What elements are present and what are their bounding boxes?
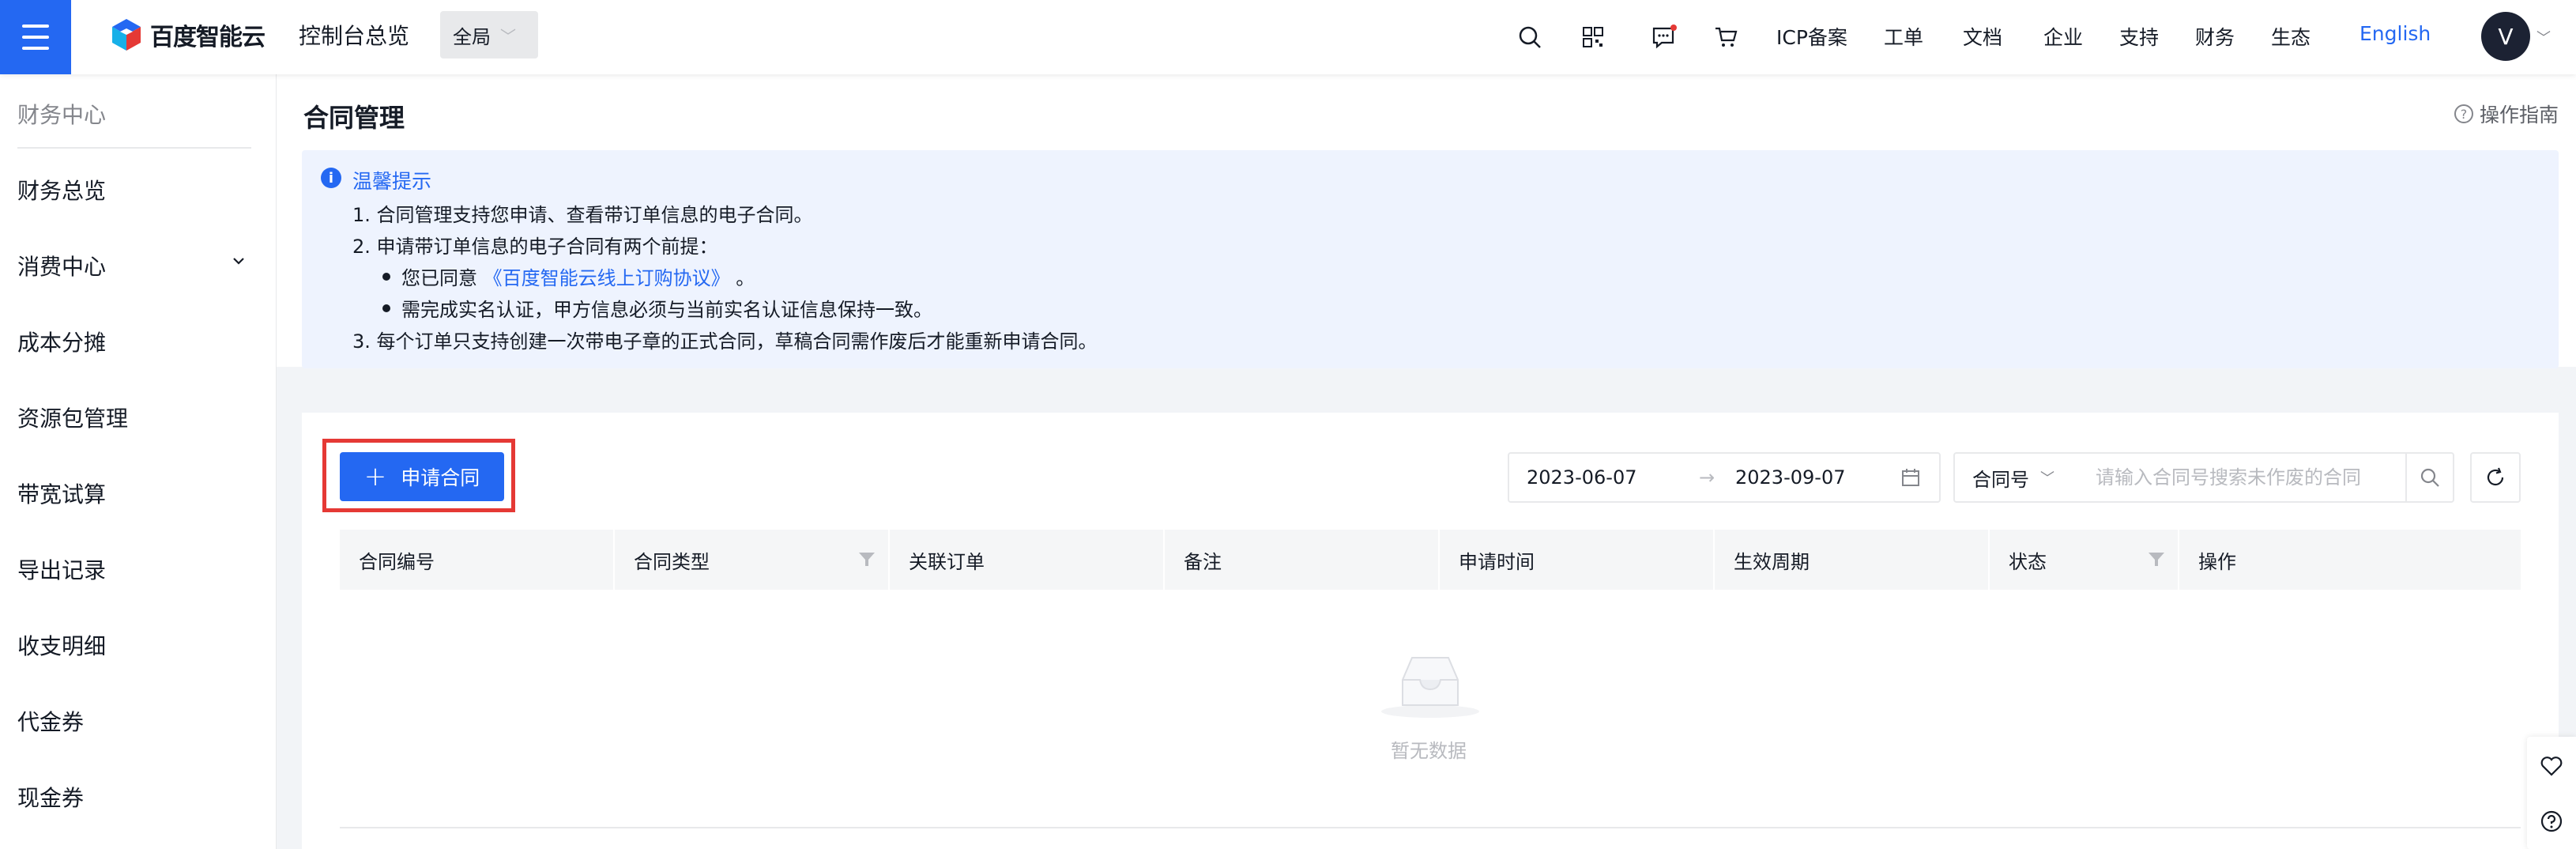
notice-bullet-2-text: 需完成实名认证，甲方信息必须与当前实名认证信息保持一致。	[401, 299, 932, 321]
chevron-down-icon: ﹀	[2040, 470, 2054, 487]
sidebar-item-consumption-center[interactable]: 消费中心	[17, 250, 106, 281]
avatar[interactable]: V	[2481, 12, 2530, 61]
column-header-status: 状态	[1990, 530, 2179, 590]
column-label: 申请时间	[1459, 550, 1535, 573]
column-header-validity-period: 生效周期	[1715, 530, 1990, 590]
notice-title: 温馨提示	[352, 170, 432, 193]
column-label: 合同类型	[634, 550, 710, 573]
search-field-value: 合同号	[1972, 468, 2029, 491]
scope-select[interactable]: 全局 ﹀	[440, 11, 538, 58]
column-header-contract-no: 合同编号	[340, 530, 615, 590]
apply-contract-label: 申请合同	[401, 466, 480, 489]
sidebar-item-resource-package[interactable]: 资源包管理	[17, 402, 128, 433]
empty-state-text: 暂无数据	[1391, 740, 1467, 762]
sidebar: 财务中心 财务总览 消费中心 成本分摊 资源包管理 带宽试算 导出记录 收支明细…	[0, 74, 277, 849]
top-navbar: 百度智能云 控制台总览 全局 ﹀ ICP备案 工单 文档 企业 支持 财务 生态…	[0, 0, 2576, 74]
sidebar-item-finance-overview[interactable]: 财务总览	[17, 174, 106, 206]
notice-line-1: 1. 合同管理支持您申请、查看带订单信息的电子合同。	[352, 204, 813, 226]
table-bottom-border	[340, 827, 2521, 828]
page-title: 合同管理	[303, 103, 405, 133]
sidebar-item-export-records[interactable]: 导出记录	[17, 553, 106, 585]
purchase-agreement-link[interactable]: 《百度智能云线上订购协议》	[484, 267, 730, 289]
notice-bullet-2: 需完成实名认证，甲方信息必须与当前实名认证信息保持一致。	[382, 294, 932, 322]
table-header: 合同编号 合同类型 关联订单 备注 申请时间 生效周期 状态 操作	[340, 530, 2521, 590]
nav-link-icp[interactable]: ICP备案	[1776, 22, 1847, 51]
column-label: 状态	[2009, 550, 2047, 573]
refresh-icon	[2487, 467, 2504, 486]
search-icon	[2420, 468, 2439, 487]
apply-contract-button[interactable]: + 申请合同	[340, 452, 504, 501]
date-end: 2023-09-07	[1735, 466, 1846, 489]
nav-link-ecosystem[interactable]: 生态	[2271, 22, 2310, 51]
brand-logo[interactable]: 百度智能云	[109, 17, 266, 52]
chevron-down-icon[interactable]	[231, 253, 247, 269]
chevron-down-icon[interactable]: ﹀	[2536, 27, 2551, 47]
nav-link-enterprise[interactable]: 企业	[2043, 22, 2083, 51]
sidebar-item-voucher[interactable]: 代金券	[17, 705, 84, 737]
question-icon: ?	[2454, 104, 2473, 123]
nav-link-finance[interactable]: 财务	[2195, 22, 2235, 51]
search-field-select[interactable]: 合同号 ﹀	[1953, 452, 2080, 503]
cart-icon[interactable]	[1710, 21, 1742, 53]
sidebar-item-cash-coupon[interactable]: 现金券	[17, 781, 84, 813]
operation-guide-label: 操作指南	[2480, 104, 2559, 126]
nav-link-docs[interactable]: 文档	[1963, 22, 2002, 51]
plus-icon: +	[363, 461, 387, 492]
bullet-dot	[382, 273, 390, 281]
floating-toolbar	[2527, 737, 2576, 849]
sidebar-item-bandwidth-trial[interactable]: 带宽试算	[17, 477, 106, 509]
scope-value: 全局	[453, 25, 491, 48]
help-question-icon[interactable]	[2538, 808, 2565, 835]
notice-line-2: 2. 申请带订单信息的电子合同有两个前提：	[352, 236, 718, 258]
column-label: 备注	[1184, 550, 1222, 573]
logo-text: 百度智能云	[150, 24, 266, 51]
column-label: 合同编号	[359, 550, 435, 573]
favorite-heart-icon[interactable]	[2538, 753, 2565, 779]
qrcode-icon[interactable]	[1577, 21, 1609, 53]
notice-bullet-1-prefix: 您已同意	[401, 267, 477, 289]
date-start: 2023-06-07	[1527, 466, 1637, 489]
language-switch[interactable]: English	[2359, 22, 2431, 45]
hamburger-menu-button[interactable]	[0, 0, 71, 74]
nav-link-support[interactable]: 支持	[2119, 22, 2159, 51]
column-label: 关联订单	[909, 550, 985, 573]
refresh-button[interactable]	[2470, 452, 2521, 503]
calendar-icon	[1902, 469, 1919, 486]
notice-bullet-1: 您已同意 《百度智能云线上订购协议》 。	[382, 262, 755, 290]
avatar-initial: V	[2498, 23, 2514, 50]
filter-icon[interactable]	[2148, 552, 2165, 568]
logo-cube-icon	[112, 19, 141, 51]
sidebar-divider	[17, 147, 251, 149]
column-header-contract-type: 合同类型	[615, 530, 890, 590]
notice-bullet-1-suffix: 。	[736, 267, 755, 289]
menu-icon	[22, 21, 49, 54]
info-icon: i	[321, 168, 341, 188]
contract-search-input[interactable]	[2078, 452, 2407, 503]
sidebar-title: 财务中心	[17, 102, 107, 128]
column-header-remark: 备注	[1165, 530, 1440, 590]
search-icon[interactable]	[1514, 21, 1546, 53]
empty-inbox-icon	[1375, 648, 1486, 723]
column-header-related-order: 关联订单	[890, 530, 1165, 590]
column-header-actions: 操作	[2179, 530, 2521, 590]
notice-box: i 温馨提示 1. 合同管理支持您申请、查看带订单信息的电子合同。 2. 申请带…	[302, 150, 2559, 368]
operation-guide-link[interactable]: ? 操作指南	[2454, 100, 2559, 128]
column-label: 操作	[2198, 550, 2236, 573]
chevron-down-icon: ﹀	[500, 26, 516, 46]
notice-line-3: 3. 每个订单只支持创建一次带电子章的正式合同，草稿合同需作废后才能重新申请合同…	[352, 330, 1098, 353]
message-icon[interactable]	[1648, 21, 1680, 53]
date-separator: →	[1699, 466, 1715, 489]
column-label: 生效周期	[1734, 550, 1810, 573]
nav-link-ticket[interactable]: 工单	[1884, 22, 1923, 51]
search-button[interactable]	[2405, 452, 2454, 503]
sidebar-item-income-expense[interactable]: 收支明细	[17, 629, 106, 661]
date-range-picker[interactable]: 2023-06-07 → 2023-09-07	[1508, 452, 1941, 503]
console-overview-link[interactable]: 控制台总览	[299, 19, 409, 51]
filter-icon[interactable]	[858, 552, 876, 568]
sidebar-item-cost-allocation[interactable]: 成本分摊	[17, 326, 106, 357]
bullet-dot	[382, 304, 390, 312]
column-header-apply-time: 申请时间	[1440, 530, 1715, 590]
